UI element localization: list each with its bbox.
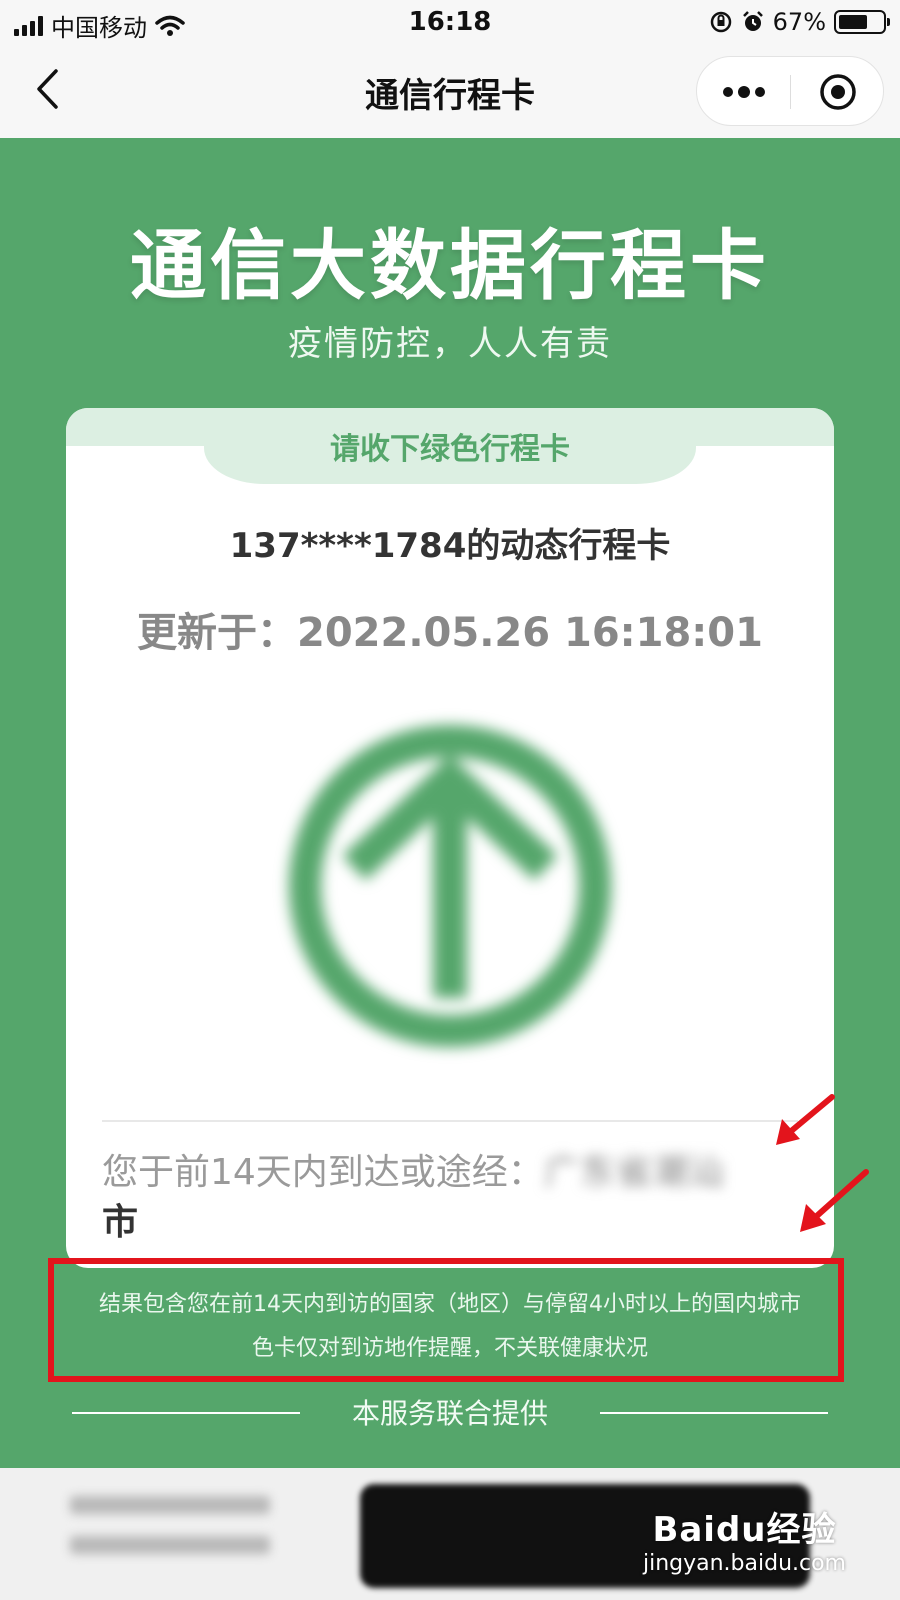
highlight-box	[48, 1258, 844, 1382]
visited-prefix: 您于前14天内到达或途经：	[102, 1152, 544, 1193]
itinerary-card-page: 通信大数据行程卡 疫情防控，人人有责 请收下绿色行程卡 137****1784的…	[0, 138, 900, 1468]
watermark-url: jingyan.baidu.com	[642, 1551, 846, 1576]
itinerary-card: 请收下绿色行程卡 137****1784的动态行程卡 更新于：2022.05.2…	[66, 408, 834, 1268]
result-note-line1: 结果包含您在前14天内到访的国家（地区）与停留4小时以上的国内城市	[99, 1292, 801, 1317]
visited-city-blurred: 广东省潮汕	[543, 1152, 724, 1193]
watermark-brand: Baidu经验	[652, 1510, 837, 1550]
close-miniprogram-button[interactable]	[791, 57, 885, 127]
alarm-icon	[742, 11, 763, 31]
miniprogram-capsule	[696, 56, 884, 126]
more-dots-icon	[723, 86, 765, 98]
updated-time: 更新于：2022.05.26 16:18:01	[137, 610, 763, 656]
status-bar: 中国移动 16:18 67%	[0, 0, 900, 44]
card-tab-label: 请收下绿色行程卡	[204, 408, 696, 484]
navigation-bar: 通信行程卡	[0, 44, 900, 138]
target-icon	[820, 74, 856, 110]
battery-percent: 67%	[772, 8, 826, 36]
red-annotation-arrow-icon	[800, 1169, 869, 1232]
visited-places: 您于前14天内到达或途经：广东省潮汕 市	[102, 1148, 802, 1248]
visited-city-tail: 市	[102, 1202, 139, 1243]
red-annotation-arrow-icon	[776, 1094, 835, 1145]
card-divider	[102, 1120, 798, 1122]
provider-logos-blurred	[70, 1496, 270, 1576]
hero-subtitle: 疫情防控，人人有责	[288, 324, 612, 364]
battery-icon	[834, 10, 890, 34]
orientation-lock-icon	[710, 11, 731, 33]
provided-divider-right	[600, 1412, 828, 1414]
phone-card-title: 137****1784的动态行程卡	[229, 526, 671, 566]
hero-title: 通信大数据行程卡	[130, 221, 770, 310]
baidu-watermark: Baidu经验 jingyan.baidu.com	[643, 1502, 846, 1576]
provided-by-section: 本服务联合提供	[0, 1390, 900, 1430]
result-note-line2: 色卡仅对到访地作提醒，不关联健康状况	[251, 1336, 648, 1361]
more-button[interactable]	[697, 57, 791, 127]
green-arrow-status-icon	[282, 718, 618, 1054]
